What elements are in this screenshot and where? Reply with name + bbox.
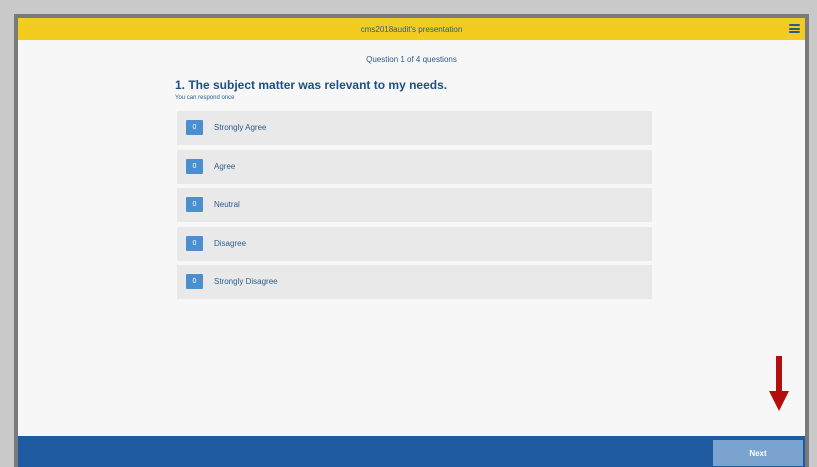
question-progress: Question 1 of 4 questions: [366, 55, 457, 64]
option-label: Strongly Agree: [214, 123, 267, 132]
vote-count-badge: 0: [186, 158, 203, 174]
option-label: Strongly Disagree: [214, 277, 278, 286]
option-agree[interactable]: 0 Agree: [177, 149, 652, 184]
option-label: Neutral: [214, 200, 240, 209]
option-strongly-agree[interactable]: 0 Strongly Agree: [177, 111, 652, 145]
bottom-bar: Next: [18, 436, 805, 467]
vote-count-badge: 0: [186, 197, 203, 212]
vote-count-badge: 0: [186, 235, 203, 251]
question-text: 1. The subject matter was relevant to my…: [175, 78, 448, 92]
option-neutral[interactable]: 0 Neutral: [177, 188, 652, 222]
menu-line: [789, 31, 800, 33]
option-label: Agree: [214, 161, 236, 171]
down-arrow-icon: [769, 356, 789, 411]
response-hint: You can respond once: [175, 95, 235, 101]
menu-line: [789, 27, 800, 30]
answer-options: 0 Strongly Agree 0 Agree 0 Neutral 0 Dis…: [177, 111, 652, 304]
option-disagree[interactable]: 0 Disagree: [177, 226, 652, 261]
hamburger-menu-icon[interactable]: [789, 24, 800, 33]
app-frame: cms2018audit's presentation Question 1 o…: [14, 14, 809, 467]
vote-count-badge: 0: [186, 120, 203, 135]
presentation-screen: cms2018audit's presentation Question 1 o…: [18, 18, 805, 467]
top-bar: cms2018audit's presentation: [18, 18, 805, 40]
vote-count-badge: 0: [186, 274, 203, 289]
next-button[interactable]: Next: [713, 440, 803, 466]
menu-line: [789, 24, 800, 26]
option-strongly-disagree[interactable]: 0 Strongly Disagree: [177, 265, 652, 299]
option-label: Disagree: [214, 238, 247, 248]
presentation-title: cms2018audit's presentation: [360, 24, 463, 34]
